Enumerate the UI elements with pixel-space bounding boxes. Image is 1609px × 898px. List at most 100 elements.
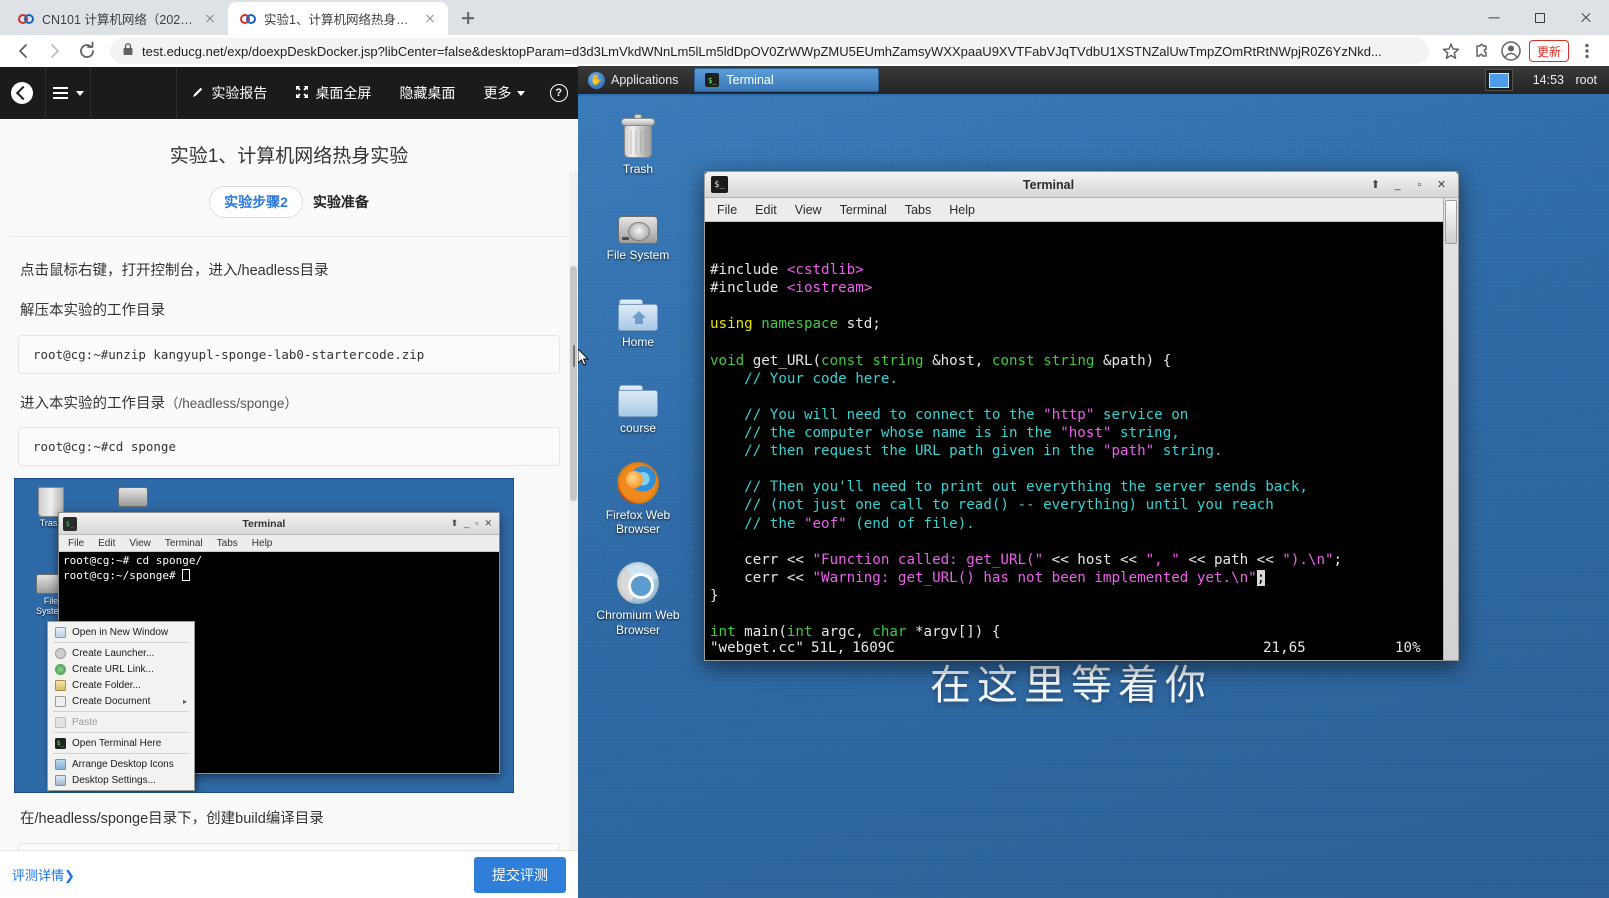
ctx-create-url-link[interactable]: Create URL Link... <box>48 661 194 677</box>
menu-terminal[interactable]: Terminal <box>840 203 887 217</box>
ctx-create-launcher[interactable]: Create Launcher... <box>48 645 194 661</box>
shade-button[interactable]: ⬆ <box>1369 178 1382 191</box>
panel-resize-handle[interactable] <box>570 345 578 367</box>
vim-code-area: #include <cstdlib> #include <iostream> us… <box>710 261 1458 659</box>
ctx-create-folder[interactable]: Create Folder... <box>48 677 194 693</box>
terminal-scroll-thumb[interactable] <box>1445 200 1457 244</box>
three-dot-menu-icon[interactable] <box>1573 37 1601 65</box>
menu-edit[interactable]: Edit <box>755 203 777 217</box>
browser-tab-1[interactable]: CN101 计算机网络（2020） <box>6 2 228 35</box>
desktop-icon-firefox[interactable]: Firefox Web Browser <box>586 454 690 537</box>
workspace-switcher-icon[interactable] <box>1484 69 1513 91</box>
xfce-mouse-icon: ✋ <box>588 71 605 89</box>
close-window-button[interactable] <box>1563 0 1609 35</box>
ctx-create-document[interactable]: Create Document ▸ <box>48 693 194 709</box>
vnc-desktop[interactable]: ✋ Applications $_ Terminal 14:53 root Tr… <box>578 66 1609 898</box>
new-tab-button[interactable] <box>454 4 482 32</box>
ctx-arrange-desktop-icons[interactable]: Arrange Desktop Icons <box>48 756 194 772</box>
lab-content-scroll[interactable]: 实验1、计算机网络热身实验 实验步骤2 实验准备 点击鼠标右键，打开控制台，进入… <box>0 119 578 898</box>
minimize-button[interactable] <box>1471 0 1517 35</box>
command-box-2[interactable]: root@cg:~#cd sponge <box>18 427 560 467</box>
lab-panel-scrollbar[interactable] <box>569 171 578 898</box>
cg-logo-icon <box>240 11 256 27</box>
chrome-browser-window: CN101 计算机网络（2020） 实验1、计算机网络热身实验 test.edu… <box>0 0 1609 898</box>
evaluation-detail-label: 评测详情 <box>12 868 65 883</box>
bookmark-star-icon[interactable] <box>1437 37 1465 65</box>
address-bar[interactable]: test.educg.net/exp/doexpDeskDocker.jsp?l… <box>110 38 1429 64</box>
applications-menu-button[interactable]: ✋ Applications <box>578 66 688 95</box>
terminal-screen[interactable]: #include <cstdlib> #include <iostream> us… <box>705 222 1458 659</box>
ctx-open-new-window[interactable]: Open in New Window <box>48 624 194 640</box>
panel-clock[interactable]: 14:53 root <box>1521 73 1609 87</box>
close-icon[interactable] <box>422 11 438 27</box>
code-token: <iostream> <box>786 280 873 297</box>
hide-desktop-button[interactable]: 隐藏桌面 <box>385 67 469 119</box>
back-button[interactable] <box>8 36 38 66</box>
desktop-icon-home[interactable]: Home <box>586 281 690 349</box>
code-token: "path" <box>1102 443 1155 460</box>
update-button[interactable]: 更新 <box>1528 40 1569 62</box>
terminal-icon: $_ <box>55 737 66 749</box>
code-line-18: cerr << "Warning: get_URL() has not been… <box>710 569 1458 587</box>
trash-icon <box>586 108 690 158</box>
hide-desktop-label: 隐藏桌面 <box>399 85 456 101</box>
browser-tab-1-title: CN101 计算机网络（2020） <box>42 13 194 27</box>
profile-avatar-icon[interactable] <box>1497 37 1525 65</box>
desktop-icon-course[interactable]: course <box>586 367 690 435</box>
terminal-scrollbar[interactable] <box>1443 198 1458 660</box>
desktop-icon-trash[interactable]: Trash <box>586 108 690 176</box>
code-token: &host, <box>923 352 992 369</box>
lab-back-button[interactable] <box>0 67 46 119</box>
more-button[interactable]: 更多 <box>469 67 539 119</box>
code-token: // You will need to connect to the <box>710 406 1044 423</box>
forward-button[interactable] <box>40 36 70 66</box>
desktop-icon-chromium[interactable]: Chromium Web Browser <box>586 554 690 637</box>
lab-panel-scroll-thumb[interactable] <box>570 266 577 501</box>
terminal-menubar: File Edit View Terminal Tabs Help <box>705 198 1458 222</box>
shot-terminal-cursor <box>182 569 191 582</box>
ctx-create-launcher-label: Create Launcher... <box>72 647 155 659</box>
shot-menu-file: File <box>68 537 85 549</box>
close-icon[interactable] <box>202 11 218 27</box>
menu-tabs[interactable]: Tabs <box>905 203 931 217</box>
terminal-window[interactable]: $_ Terminal ⬆ _ ▫ ✕ File Edit View Termi… <box>704 171 1459 661</box>
paste-icon <box>55 716 66 728</box>
desktop-icon-file-system[interactable]: File System <box>586 194 690 262</box>
submit-evaluation-button[interactable]: 提交评测 <box>474 856 566 893</box>
shot-terminal-line-2: root@cg:~/sponge# <box>63 569 495 584</box>
extensions-puzzle-icon[interactable] <box>1467 37 1495 65</box>
xfce-top-panel: ✋ Applications $_ Terminal 14:53 root <box>578 66 1609 96</box>
lab-menu-button[interactable] <box>46 67 92 119</box>
launcher-icon <box>55 647 66 659</box>
minimize-button[interactable]: _ <box>1391 178 1404 191</box>
evaluation-detail-link[interactable]: 评测详情❯ <box>12 865 75 884</box>
code-token: main( <box>735 624 787 641</box>
code-token: string. <box>1154 443 1223 460</box>
close-button[interactable]: ✕ <box>1435 178 1448 191</box>
link-icon <box>55 663 66 675</box>
code-token: // Then you'll need to print out everyth… <box>710 479 1308 496</box>
code-token: string <box>872 352 924 369</box>
browser-tab-2-title: 实验1、计算机网络热身实验 <box>264 13 414 27</box>
terminal-titlebar[interactable]: $_ Terminal ⬆ _ ▫ ✕ <box>705 172 1458 198</box>
menu-help[interactable]: Help <box>949 203 975 217</box>
desktop-fullscreen-button[interactable]: 桌面全屏 <box>281 67 385 119</box>
code-token: cerr << <box>710 551 813 568</box>
code-token: #include <box>710 262 787 279</box>
help-button[interactable]: ? <box>539 67 578 119</box>
taskbar-item-terminal[interactable]: $_ Terminal <box>694 68 880 92</box>
instruction-text-4: 在/headless/sponge目录下，创建build编译目录 <box>20 811 324 828</box>
menu-view[interactable]: View <box>795 203 822 217</box>
ctx-open-terminal-here[interactable]: $_ Open Terminal Here <box>48 735 194 751</box>
lab-report-button[interactable]: 实验报告 <box>177 67 281 119</box>
maximize-button[interactable] <box>1517 0 1563 35</box>
reload-button[interactable] <box>72 36 102 66</box>
tab-strip: CN101 计算机网络（2020） 实验1、计算机网络热身实验 <box>0 0 1609 35</box>
browser-tab-2[interactable]: 实验1、计算机网络热身实验 <box>228 2 448 35</box>
command-box-1[interactable]: root@cg:~#unzip kangyupl-sponge-lab0-sta… <box>18 334 560 374</box>
shot-context-menu[interactable]: Open in New Window Create Launcher... Cr… <box>47 621 195 792</box>
maximize-button[interactable]: ▫ <box>1413 178 1426 191</box>
menu-file[interactable]: File <box>717 203 737 217</box>
ctx-desktop-settings[interactable]: Desktop Settings... <box>48 772 194 788</box>
